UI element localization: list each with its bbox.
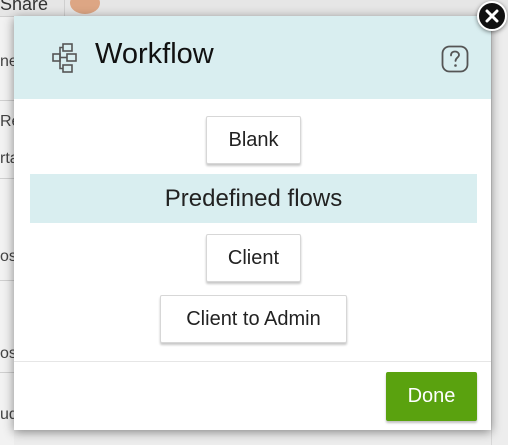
client-flow-button[interactable]: Client — [206, 234, 301, 282]
close-dialog-button[interactable] — [477, 1, 507, 31]
done-button[interactable]: Done — [386, 372, 477, 421]
background-divider — [0, 372, 14, 373]
dialog-title: Workflow — [95, 38, 214, 70]
background-divider — [0, 100, 14, 101]
help-question-icon[interactable] — [441, 45, 469, 73]
background-divider — [64, 0, 65, 16]
predefined-flows-heading: Predefined flows — [30, 174, 477, 223]
background-bottom-strip — [14, 430, 491, 445]
background-avatar — [70, 0, 100, 14]
background-right-column — [491, 16, 508, 445]
background-share-label: Share — [0, 0, 49, 14]
workflow-icon — [52, 43, 80, 73]
dialog-footer-divider — [14, 361, 491, 362]
background-toolbar: Share — [0, 0, 508, 17]
client-to-admin-flow-button[interactable]: Client to Admin — [160, 295, 347, 343]
dialog-header: Workflow — [14, 16, 491, 99]
background-divider — [0, 178, 14, 179]
workflow-dialog: Workflow Blank Predefined flows Client C… — [14, 16, 491, 430]
blank-workflow-button[interactable]: Blank — [206, 116, 301, 164]
background-divider — [0, 280, 14, 281]
